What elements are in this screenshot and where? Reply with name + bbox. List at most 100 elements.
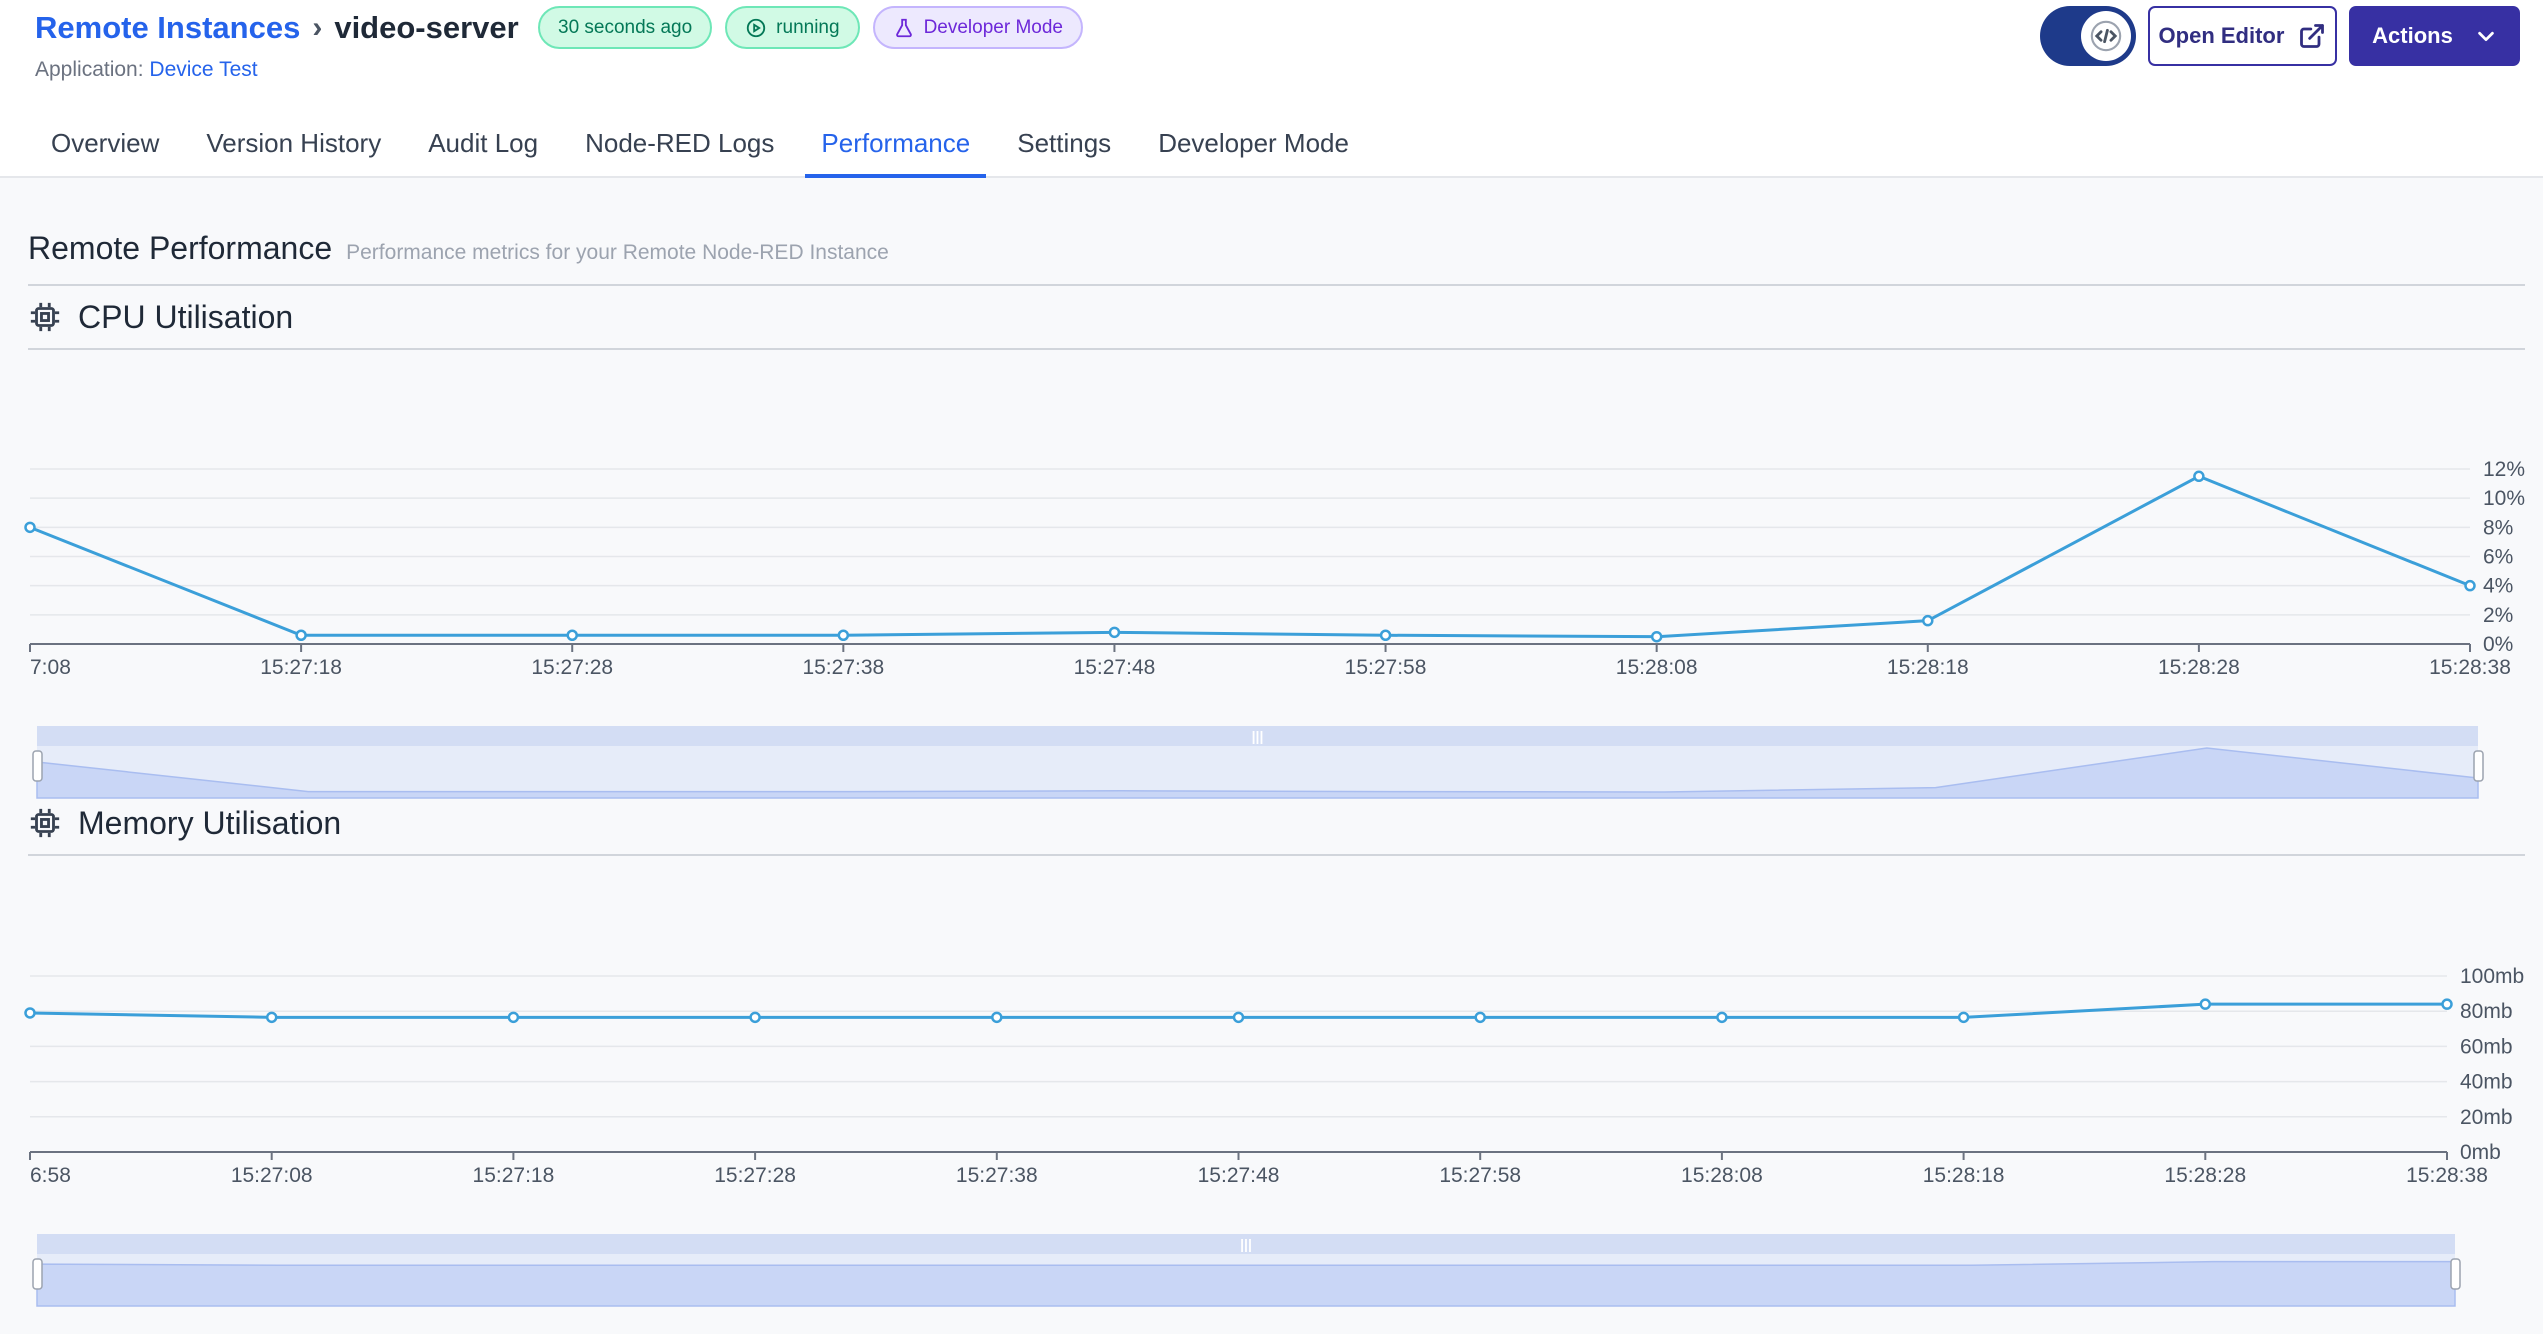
cpu-x-tick-label: 15:28:38 xyxy=(2429,656,2511,679)
toggle-knob xyxy=(2081,11,2131,61)
cpu-x-tick-label: 15:27:38 xyxy=(802,656,884,679)
performance-section-header: Remote Performance Performance metrics f… xyxy=(28,230,2525,286)
cpu-data-point xyxy=(1922,614,1934,627)
cpu-zoom-handle-right xyxy=(2473,750,2484,782)
cpu-data-point xyxy=(2464,579,2476,592)
mem-zoom-handle-right xyxy=(2450,1258,2461,1290)
instance-header: Remote Instances › video-server 30 secon… xyxy=(0,0,2543,178)
mem-data-point xyxy=(2199,998,2212,1010)
mem-data-point xyxy=(265,1011,278,1024)
cpu-y-tick-label: 10% xyxy=(2483,487,2525,510)
cpu-line-chart: 0% 2% 4% 6% 8% 10% 12% 7:08 15:27:18 15:27:28 15:2… xyxy=(24,458,2525,799)
mem-y-tick-label: 80mb xyxy=(2460,1000,2513,1023)
cpu-x-tick-label: 15:28:08 xyxy=(1616,656,1698,679)
cpu-x-tick-label: 15:27:58 xyxy=(1345,656,1427,679)
actions-label: Actions xyxy=(2372,23,2453,48)
chevron-down-icon xyxy=(2478,31,2494,42)
mem-data-point xyxy=(1474,1011,1486,1024)
tab-overview[interactable]: Overview xyxy=(35,116,175,178)
mem-data-point xyxy=(24,1007,36,1019)
cpu-y-tick-label: 6% xyxy=(2483,546,2513,569)
cpu-chart-title: CPU Utilisation xyxy=(78,298,294,335)
instance-tabs: Overview Version History Audit Log Node-… xyxy=(35,116,1380,178)
mem-x-tick-label: 15:28:08 xyxy=(1681,1164,1763,1187)
mem-data-point xyxy=(1957,1011,1970,1024)
open-editor-button[interactable]: Open Editor xyxy=(2148,6,2337,66)
mem-data-point xyxy=(2441,998,2453,1010)
mem-x-tick-label: 15:28:18 xyxy=(1923,1164,2005,1187)
tab-settings[interactable]: Settings xyxy=(1001,116,1127,178)
developer-mode-badge: Developer Mode xyxy=(872,6,1083,49)
chip-icon xyxy=(30,808,60,838)
cpu-y-tick-label: 8% xyxy=(2483,516,2513,539)
page-title: Remote Performance xyxy=(28,230,333,266)
play-circle-icon xyxy=(747,18,766,37)
mem-x-tick-label: 15:27:58 xyxy=(1439,1164,1521,1187)
cpu-x-tick-label: 15:28:28 xyxy=(2158,656,2240,679)
cpu-x-tick-label: 15:27:28 xyxy=(531,656,613,679)
cpu-data-point xyxy=(566,629,578,641)
mem-x-tick-label: 6:58 xyxy=(30,1164,71,1187)
running-status-badge: running xyxy=(725,6,860,49)
tab-audit-log[interactable]: Audit Log xyxy=(412,116,554,178)
cpu-y-tick-label: 12% xyxy=(2483,458,2525,481)
mem-y-tick-label: 20mb xyxy=(2460,1106,2513,1129)
cpu-y-tick-label: 0% xyxy=(2483,633,2513,656)
developer-mode-label: Developer Mode xyxy=(923,16,1063,38)
cpu-zoom-grip-icon: ||| xyxy=(1252,728,1264,744)
mem-zoom-overview-area xyxy=(36,1260,2456,1307)
tab-node-red-logs[interactable]: Node-RED Logs xyxy=(569,116,790,178)
cpu-y-tick-label: 2% xyxy=(2483,604,2513,627)
mem-x-tick-label: 15:28:28 xyxy=(2164,1164,2246,1187)
cpu-x-tick-label: 15:27:18 xyxy=(260,656,342,679)
code-icon xyxy=(2090,20,2122,52)
mem-data-point xyxy=(507,1011,520,1024)
cpu-data-point xyxy=(1108,626,1121,639)
cpu-x-tick-label: 15:28:18 xyxy=(1887,656,1969,679)
application-info: Application: Device Test xyxy=(35,58,258,82)
mem-y-tick-label: 40mb xyxy=(2460,1071,2513,1094)
application-link[interactable]: Device Test xyxy=(149,58,257,81)
cpu-y-tick-label: 4% xyxy=(2483,575,2513,598)
cpu-data-point xyxy=(837,629,850,641)
mem-data-point xyxy=(991,1011,1003,1024)
beaker-icon xyxy=(895,18,912,37)
last-seen-label: 30 seconds ago xyxy=(558,16,693,38)
mem-x-tick-label: 15:27:18 xyxy=(473,1164,555,1187)
mem-y-tick-label: 60mb xyxy=(2460,1035,2513,1058)
cpu-data-point xyxy=(24,521,36,534)
mem-zoom-handle-left xyxy=(32,1258,43,1290)
developer-mode-toggle[interactable] xyxy=(2040,6,2136,66)
running-status-label: running xyxy=(776,16,840,38)
breadcrumb-remote-instances-link[interactable]: Remote Instances xyxy=(35,10,300,46)
cpu-data-point xyxy=(1379,629,1392,641)
mem-data-point xyxy=(1716,1011,1728,1024)
performance-content: Remote Performance Performance metrics f… xyxy=(0,178,2543,1334)
breadcrumb: Remote Instances › video-server xyxy=(35,8,519,48)
cpu-data-point xyxy=(295,629,307,641)
cpu-x-tick-label: 15:27:48 xyxy=(1074,656,1156,679)
cpu-zoom-handle-left xyxy=(32,750,43,782)
last-seen-badge: 30 seconds ago xyxy=(538,6,713,49)
mem-zoom-grip-icon: ||| xyxy=(1240,1236,1252,1252)
actions-dropdown-button[interactable]: Actions xyxy=(2349,6,2520,66)
cpu-chart-header: CPU Utilisation xyxy=(28,286,2525,350)
status-badges: 30 seconds ago running Developer Mode xyxy=(538,6,1083,49)
tab-developer-mode[interactable]: Developer Mode xyxy=(1142,116,1365,178)
cpu-data-point xyxy=(1650,630,1663,643)
tab-version-history[interactable]: Version History xyxy=(190,116,397,178)
cpu-x-tick-label: 7:08 xyxy=(30,656,71,679)
mem-x-tick-label: 15:27:08 xyxy=(231,1164,313,1187)
mem-y-tick-label: 100mb xyxy=(2460,965,2524,988)
cpu-data-point xyxy=(2193,470,2205,483)
chevron-right-icon: › xyxy=(312,11,323,44)
mem-x-tick-label: 15:27:48 xyxy=(1198,1164,1280,1187)
mem-x-tick-label: 15:27:38 xyxy=(956,1164,1038,1187)
application-label: Application: xyxy=(35,58,144,81)
mem-data-point xyxy=(1232,1011,1245,1024)
open-editor-label: Open Editor xyxy=(2158,23,2285,48)
memory-chart-header: Memory Utilisation xyxy=(28,792,2525,856)
mem-x-tick-label: 15:27:28 xyxy=(714,1164,796,1187)
instance-name: video-server xyxy=(334,10,519,45)
tab-performance[interactable]: Performance xyxy=(805,116,987,178)
